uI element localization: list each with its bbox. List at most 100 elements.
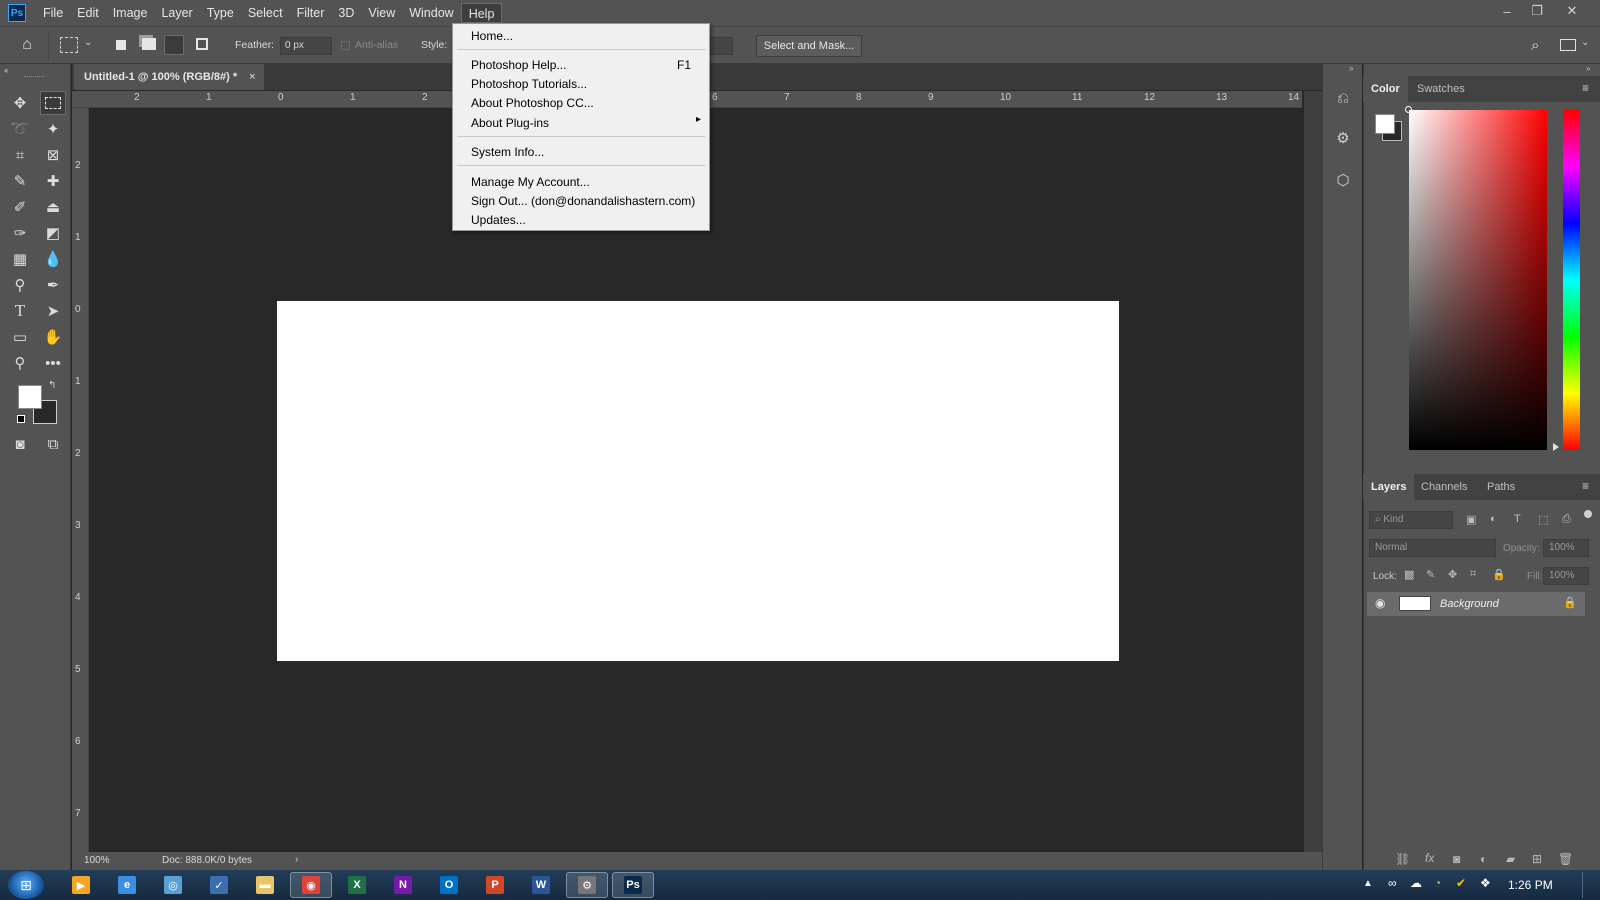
lock-transparent-icon[interactable]: ▩ [1404,568,1414,581]
menu-filter[interactable]: Filter [290,3,332,23]
link-layers-icon[interactable]: ⛓ [1395,852,1410,866]
add-mask-icon[interactable]: ◙ [1453,852,1460,866]
crop-tool-icon[interactable]: ⌗ [7,143,33,167]
adjustment-layer-icon[interactable]: ◐ [1480,852,1487,866]
taskbar-excel-button[interactable]: X [336,872,378,898]
hue-slider[interactable] [1563,110,1580,450]
brush-tool-icon[interactable]: ✐ [7,195,33,219]
eye-icon[interactable]: ◉ [1375,596,1385,610]
feather-input[interactable]: 0 px [280,37,332,55]
new-group-icon[interactable]: ▰ [1506,852,1515,866]
hue-slider-handle[interactable] [1553,443,1559,451]
filter-type-icon[interactable]: T [1514,513,1521,525]
pen-tool-icon[interactable]: ✒ [40,273,66,297]
eyedropper-tool-icon[interactable]: ✎ [7,169,33,193]
taskbar-ie-button[interactable]: e [106,872,148,898]
dodge-tool-icon[interactable]: ⚲ [7,273,33,297]
status-chevron-icon[interactable]: › [295,854,298,865]
path-selection-tool-icon[interactable]: ➤ [40,299,66,323]
tab-color[interactable]: Color [1363,76,1408,102]
blur-tool-icon[interactable]: 💧 [40,247,66,271]
menu-item-system-info[interactable]: System Info... [471,145,544,159]
filter-shape-icon[interactable]: ⬚ [1538,513,1548,526]
network-tray-icon[interactable]: ◔ [1434,876,1441,890]
restore-button[interactable]: ❐ [1522,0,1552,22]
chevron-down-icon[interactable]: ⌄ [84,37,92,48]
clone-stamp-tool-icon[interactable]: ⏏ [40,195,66,219]
layer-name[interactable]: Background [1440,598,1499,610]
antialias-checkbox[interactable] [341,41,350,50]
height-input[interactable] [709,37,733,55]
menu-select[interactable]: Select [241,3,290,23]
menu-type[interactable]: Type [200,3,241,23]
swap-colors-icon[interactable]: ↰ [48,380,56,391]
lasso-tool-icon[interactable]: ➰ [7,117,33,141]
security-tray-icon[interactable]: ✔ [1456,876,1466,890]
taskbar-globe-button[interactable]: ◎ [152,872,194,898]
sync-tray-icon[interactable]: ∞ [1388,876,1397,890]
more-tools-icon[interactable]: ••• [40,351,66,375]
color-picker-field[interactable] [1409,110,1547,450]
foreground-color-swatch[interactable] [18,385,42,409]
menu-item-about-plugins[interactable]: About Plug-ins [471,116,549,130]
menu-edit[interactable]: Edit [70,3,106,23]
blend-mode-select[interactable]: Normal [1369,539,1496,557]
collapse-panels-icon[interactable]: » [1586,64,1590,73]
rectangle-tool-icon[interactable]: ▭ [7,325,33,349]
taskbar-word-button[interactable]: W [520,872,562,898]
history-brush-tool-icon[interactable]: ✑ [7,221,33,245]
3d-panel-icon[interactable]: ⬡ [1331,168,1355,192]
marquee-preset-icon[interactable] [60,37,78,53]
taskbar-clock[interactable]: 1:26 PM [1508,878,1553,892]
layer-kind-filter[interactable]: ⌕ Kind [1369,511,1453,529]
vertical-ruler[interactable]: 2 1 0 1 2 3 4 5 6 7 [72,108,89,852]
layer-row[interactable]: ◉ Background 🔒 [1367,592,1585,616]
eraser-tool-icon[interactable]: ◩ [40,221,66,245]
menu-item-updates[interactable]: Updates... [471,213,526,227]
workspace-icon[interactable] [1560,39,1576,51]
frame-tool-icon[interactable]: ⊠ [40,143,66,167]
layers-panel-menu-icon[interactable]: ≡ [1582,479,1589,493]
menu-item-home[interactable]: Home... [471,29,513,43]
zoom-tool-icon[interactable]: ⚲ [7,351,33,375]
subtract-from-selection-icon[interactable] [164,35,184,55]
color-picker-cursor[interactable] [1405,106,1412,113]
healing-brush-tool-icon[interactable]: ✚ [40,169,66,193]
magic-wand-tool-icon[interactable]: ✦ [40,117,66,141]
menu-window[interactable]: Window [402,3,460,23]
tab-swatches[interactable]: Swatches [1409,76,1473,102]
lock-all-icon[interactable]: 🔒 [1492,568,1506,581]
fill-input[interactable]: 100% [1543,567,1589,585]
expand-panels-icon[interactable]: « [4,66,8,75]
menu-view[interactable]: View [361,3,402,23]
menu-image[interactable]: Image [106,3,155,23]
zoom-level[interactable]: 100% [84,855,110,866]
taskbar-folder-button[interactable]: ▬ [244,872,286,898]
photoshop-logo-icon[interactable]: Ps [8,4,26,22]
color-panel-menu-icon[interactable]: ≡ [1582,81,1589,95]
lock-position-icon[interactable]: ✥ [1448,568,1457,581]
move-tool-icon[interactable]: ✥ [7,91,33,115]
color-panel-foreground-swatch[interactable] [1375,114,1395,134]
taskbar-app-button[interactable]: ⚙ [566,872,608,898]
menu-layer[interactable]: Layer [154,3,199,23]
quick-mask-icon[interactable]: ◙ [7,432,33,456]
history-panel-icon[interactable]: ⎌ [1331,86,1355,110]
lock-pixels-icon[interactable]: ✎ [1426,568,1435,581]
new-selection-icon[interactable] [116,40,126,50]
taskbar-chrome-button[interactable]: ◉ [290,872,332,898]
tab-paths[interactable]: Paths [1479,474,1523,500]
document-canvas[interactable] [277,301,1119,661]
layer-style-icon[interactable]: fx [1425,851,1434,865]
delete-layer-icon[interactable]: 🗑 [1558,852,1573,866]
intersect-selection-icon[interactable] [196,38,208,50]
home-icon[interactable]: ⌂ [16,36,38,56]
toolbar-grip[interactable] [24,76,44,78]
filter-adjustment-icon[interactable]: ◐ [1490,513,1497,525]
marquee-tool-icon[interactable] [40,91,66,115]
opacity-input[interactable]: 100% [1543,539,1589,557]
menu-item-sign-out[interactable]: Sign Out... (don@donandalishastern.com) [471,194,695,208]
document-tab[interactable]: Untitled-1 @ 100% (RGB/8#) * × [74,64,264,90]
taskbar-windows-media-button[interactable]: ▶ [60,872,102,898]
menu-file[interactable]: File [36,3,70,23]
